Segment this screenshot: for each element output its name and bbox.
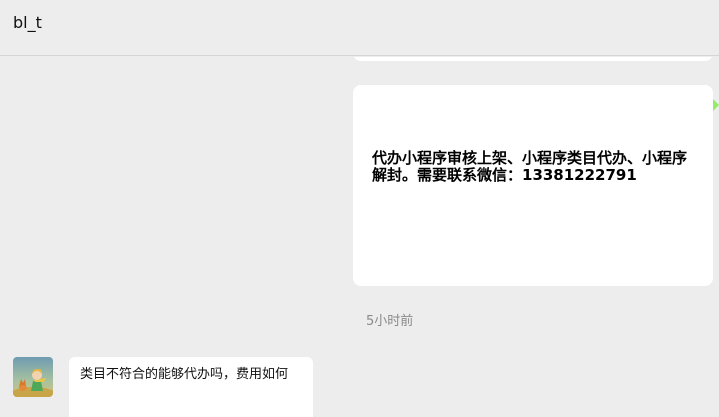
text-message-bubble[interactable]: 类目不符合的能够代办吗，费用如何 (69, 357, 313, 417)
previous-message-card[interactable] (353, 57, 713, 61)
chat-title: bl_t (13, 13, 42, 32)
little-prince-avatar-icon[interactable] (13, 357, 53, 397)
image-message-text: 代办小程序审核上架、小程序类目代办、小程序解封。需要联系微信：133812227… (372, 149, 688, 184)
outgoing-bubble-tail-icon (713, 99, 719, 111)
message-list[interactable]: 代办小程序审核上架、小程序类目代办、小程序解封。需要联系微信：133812227… (0, 57, 719, 417)
image-message[interactable]: 代办小程序审核上架、小程序类目代办、小程序解封。需要联系微信：133812227… (353, 85, 713, 286)
message-timestamp: 5小时前 (366, 314, 414, 329)
text-message: 类目不符合的能够代办吗，费用如何 (80, 367, 289, 382)
chat-header: bl_t (0, 0, 719, 56)
